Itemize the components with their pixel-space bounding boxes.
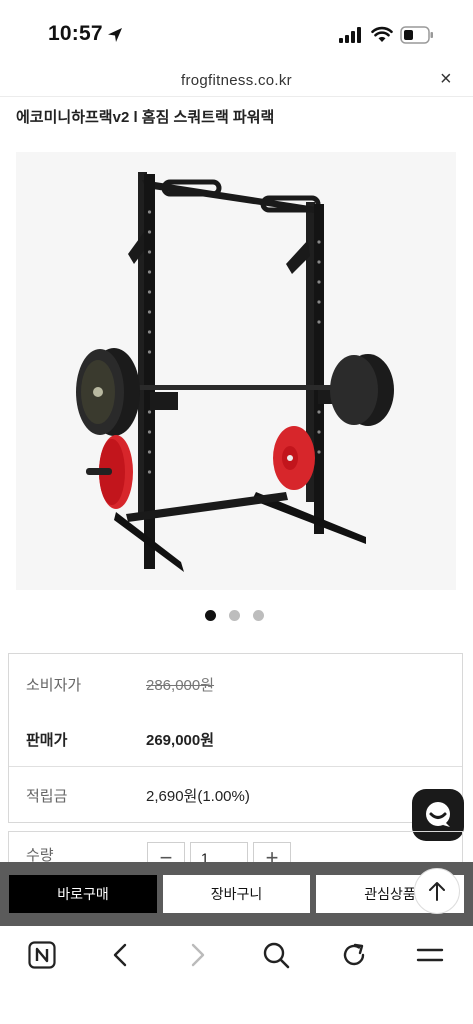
arrow-up-icon bbox=[429, 882, 445, 901]
carousel-dot-1[interactable] bbox=[205, 610, 216, 621]
divider bbox=[9, 766, 462, 767]
price-info-box: 소비자가 286,000원 판매가 269,000원 적립금 2,690원(1.… bbox=[8, 653, 463, 823]
carousel-dot-2[interactable] bbox=[229, 610, 240, 621]
browser-bottom-nav bbox=[0, 926, 473, 1024]
browser-url-bar[interactable]: frogfitness.co.kr × bbox=[0, 66, 473, 97]
points-value: 2,690원(1.00%) bbox=[146, 788, 250, 805]
location-arrow-icon bbox=[108, 28, 122, 42]
sale-price-label: 판매가 bbox=[26, 732, 68, 749]
url-text[interactable]: frogfitness.co.kr bbox=[0, 72, 473, 89]
add-to-cart-button[interactable]: 장바구니 bbox=[163, 875, 310, 913]
product-image[interactable] bbox=[16, 152, 456, 590]
carousel-dot-3[interactable] bbox=[253, 610, 264, 621]
menu-icon[interactable] bbox=[416, 944, 444, 966]
forward-icon[interactable] bbox=[188, 942, 208, 968]
power-rack-illustration bbox=[76, 172, 394, 572]
close-icon[interactable]: × bbox=[440, 68, 452, 91]
refresh-icon[interactable] bbox=[340, 941, 368, 969]
buy-now-button[interactable]: 바로구매 bbox=[9, 875, 157, 913]
status-time: 10:57 bbox=[48, 22, 103, 45]
naver-home-icon[interactable] bbox=[28, 941, 56, 969]
product-title: 에코미니하프랙v2 l 홈짐 스쿼트랙 파워랙 bbox=[16, 109, 275, 126]
chat-icon bbox=[426, 802, 450, 827]
sale-price: 269,000원 bbox=[146, 732, 215, 749]
retail-price-label: 소비자가 bbox=[26, 677, 82, 694]
wifi-icon bbox=[371, 26, 393, 42]
retail-price: 286,000원 bbox=[146, 677, 215, 694]
battery-icon bbox=[400, 26, 433, 44]
back-icon[interactable] bbox=[110, 942, 130, 968]
scroll-top-button[interactable] bbox=[414, 868, 460, 914]
status-bar: 10:57 bbox=[0, 0, 473, 66]
search-icon[interactable] bbox=[262, 941, 290, 969]
points-label: 적립금 bbox=[26, 788, 68, 805]
cellular-signal-icon bbox=[339, 27, 361, 43]
